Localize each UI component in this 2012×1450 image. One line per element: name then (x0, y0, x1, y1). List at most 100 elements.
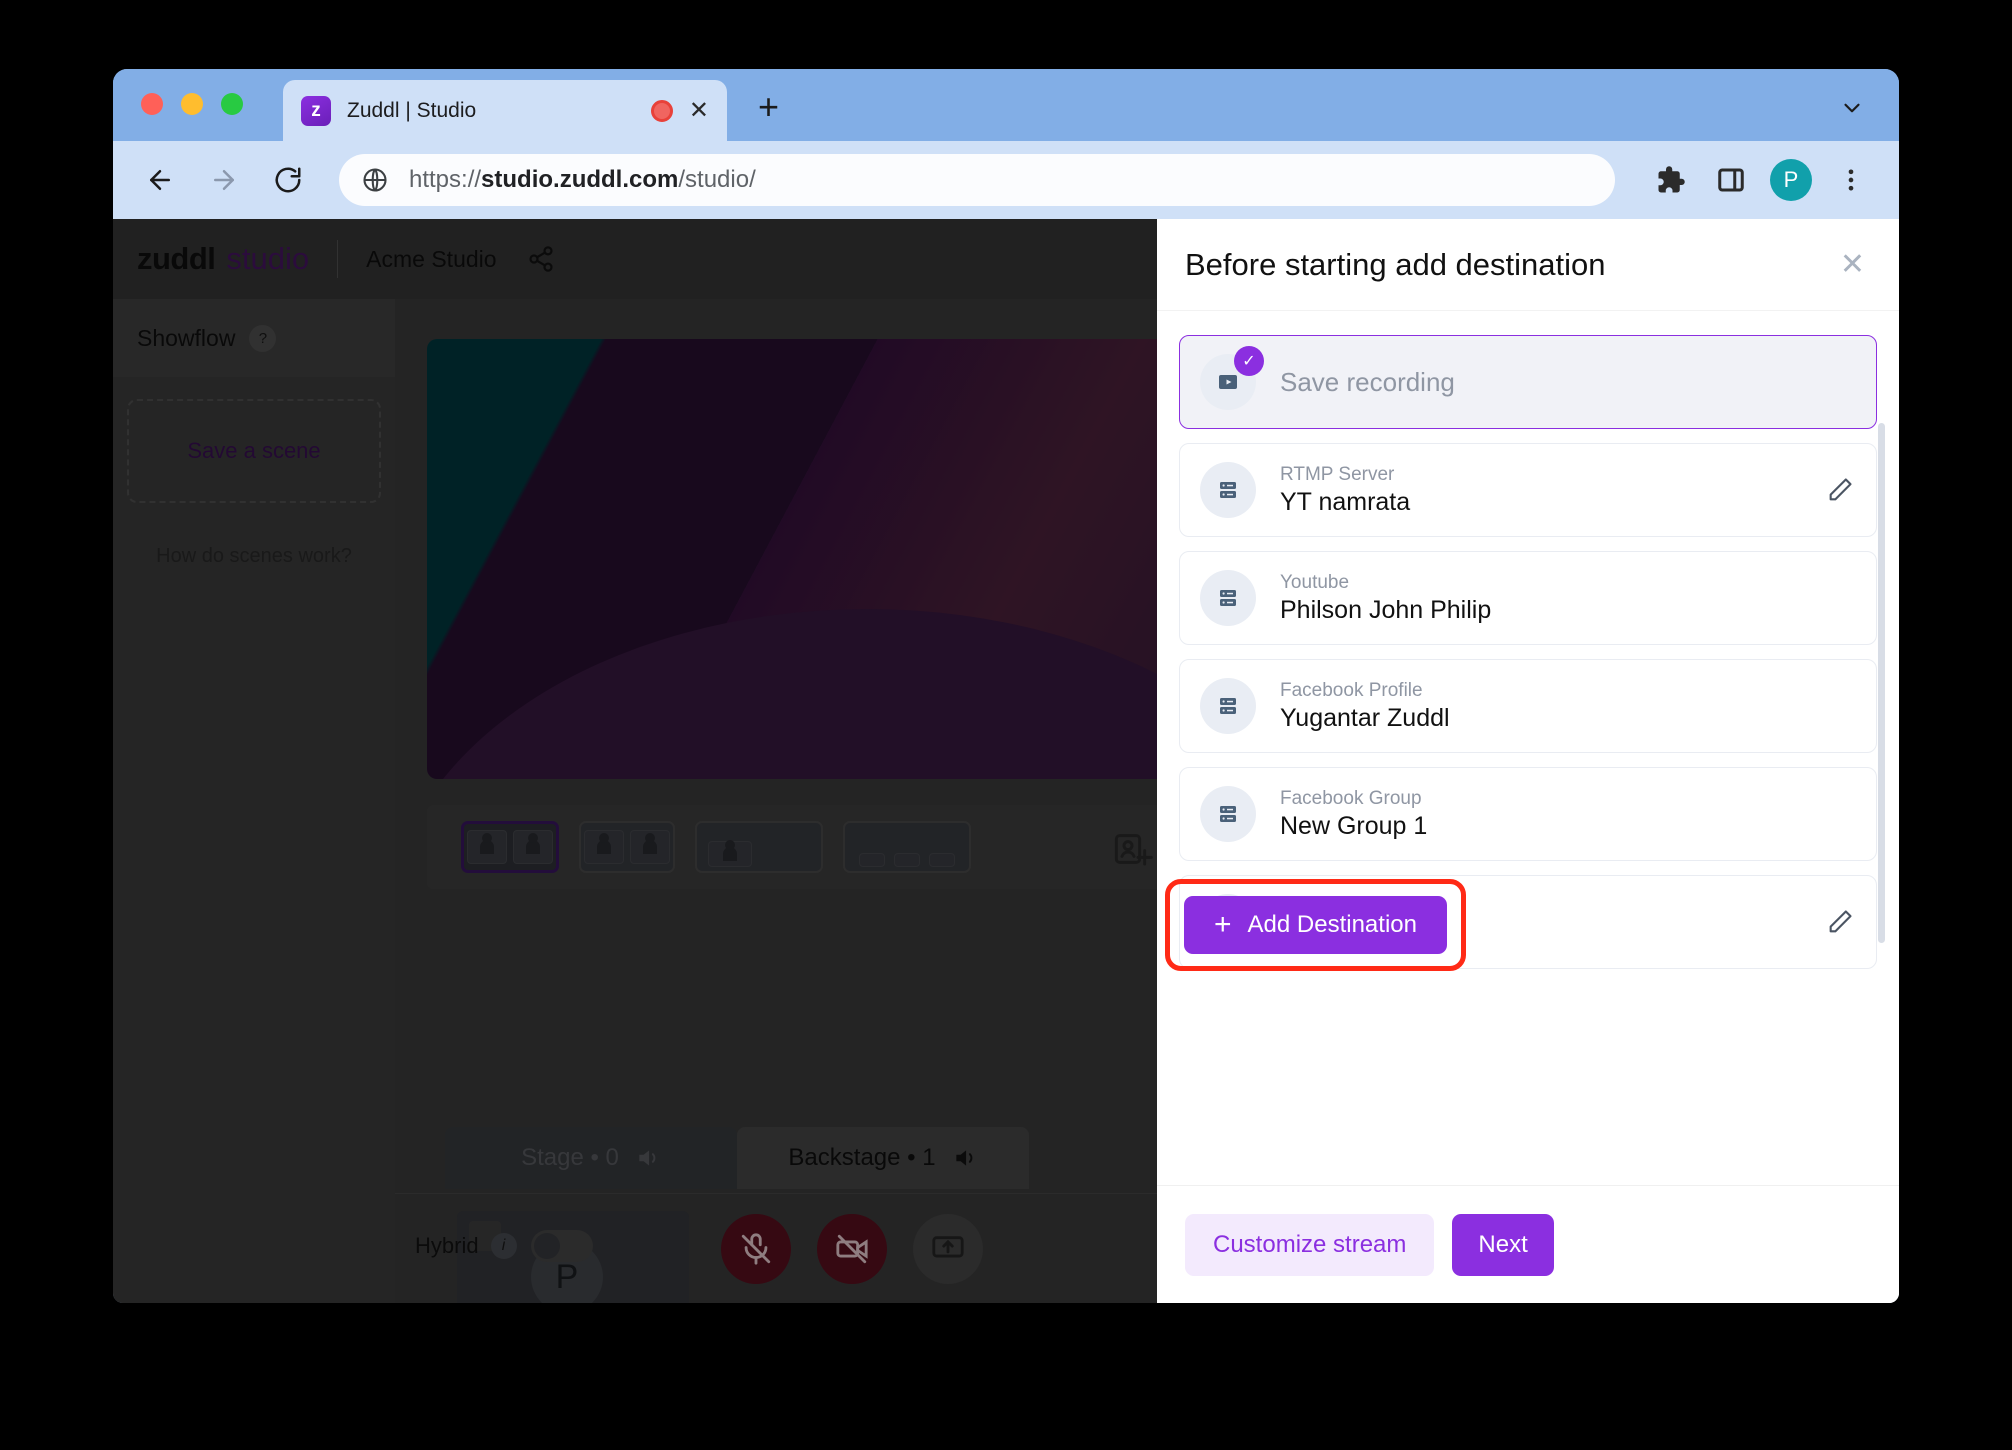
window-traffic-lights (141, 93, 243, 115)
destination-name: YT namrata (1280, 487, 1812, 518)
close-window-button[interactable] (141, 93, 163, 115)
add-destination-label: Add Destination (1248, 911, 1417, 939)
list-item[interactable]: RTMP Server YT namrata (1179, 443, 1877, 537)
share-screen-button[interactable] (913, 1214, 983, 1284)
save-scene-button[interactable]: Save a scene (127, 399, 381, 503)
sidebar-item-showflow[interactable]: Showflow ? (113, 299, 395, 377)
left-sidebar: Showflow ? Save a scene How do scenes wo… (113, 299, 395, 1303)
destination-list: ✓ Save recording RTMP Server YT (1179, 335, 1877, 969)
recording-icon (1216, 370, 1240, 394)
destination-type: Facebook Profile (1280, 678, 1854, 704)
next-button[interactable]: Next (1452, 1214, 1553, 1276)
tab-stage[interactable]: Stage • 0 (445, 1127, 737, 1189)
list-item[interactable]: Facebook Profile Yugantar Zuddl (1179, 659, 1877, 753)
browser-window: z Zuddl | Studio ✕ + https://studio.zudd… (113, 69, 1899, 1303)
record-dot-icon[interactable] (651, 100, 673, 122)
mic-off-button[interactable] (721, 1214, 791, 1284)
list-item[interactable]: ✓ Save recording (1179, 335, 1877, 429)
profile-avatar[interactable]: P (1769, 158, 1813, 202)
add-destination-button[interactable]: + Add Destination (1184, 896, 1447, 954)
maximize-window-button[interactable] (221, 93, 243, 115)
destination-type: Youtube (1280, 570, 1854, 596)
speaker-icon[interactable] (952, 1145, 978, 1171)
new-tab-button[interactable]: + (758, 89, 779, 125)
destination-type: Facebook Group (1280, 786, 1854, 812)
destination-list-scrollbar[interactable] (1878, 423, 1885, 943)
tab-backstage-label: Backstage • 1 (788, 1144, 935, 1172)
layout-option-1[interactable] (461, 821, 559, 873)
extensions-puzzle-icon[interactable] (1649, 158, 1693, 202)
page-viewport: zuddl studio Acme Studio Showflow ? Save… (113, 219, 1899, 1303)
layout-option-2[interactable] (579, 821, 675, 873)
hybrid-toggle[interactable] (531, 1230, 593, 1262)
customize-stream-button[interactable]: Customize stream (1185, 1214, 1434, 1276)
back-arrow-icon[interactable] (139, 159, 181, 201)
browser-toolbar: https://studio.zuddl.com/studio/ P (113, 141, 1899, 219)
browser-tab[interactable]: z Zuddl | Studio ✕ (283, 80, 727, 141)
media-buttons (721, 1214, 983, 1284)
camera-off-button[interactable] (817, 1214, 887, 1284)
layout-cell (584, 830, 624, 864)
layout-option-3[interactable] (695, 821, 823, 873)
reload-icon[interactable] (267, 159, 309, 201)
speaker-icon[interactable] (635, 1145, 661, 1171)
kebab-menu-icon[interactable] (1829, 158, 1873, 202)
chevron-down-icon[interactable] (1839, 95, 1865, 121)
destination-text: Youtube Philson John Philip (1280, 570, 1854, 627)
edit-pencil-icon[interactable] (1826, 476, 1854, 504)
globe-icon (361, 166, 389, 194)
destination-avatar (1200, 678, 1256, 734)
address-bar-url: https://studio.zuddl.com/studio/ (409, 166, 756, 194)
forward-arrow-icon[interactable] (203, 159, 245, 201)
stage-preview (427, 339, 1217, 779)
help-icon[interactable]: ? (249, 325, 276, 352)
browser-tab-strip: z Zuddl | Studio ✕ + (113, 69, 1899, 141)
destination-panel: Before starting add destination ✕ ✓ Save… (1157, 219, 1899, 1303)
destination-name: Yugantar Zuddl (1280, 703, 1854, 734)
layout-option-4[interactable] (843, 821, 971, 873)
tab-backstage[interactable]: Backstage • 1 (737, 1127, 1029, 1189)
close-icon[interactable]: ✕ (1840, 250, 1865, 280)
stage-wave-decoration (427, 609, 1217, 779)
layout-selector (427, 805, 1217, 889)
plus-icon: + (1214, 910, 1232, 940)
server-icon (1216, 694, 1240, 718)
destination-name: Philson John Philip (1280, 595, 1854, 626)
destination-text: Facebook Profile Yugantar Zuddl (1280, 678, 1854, 735)
zuddl-favicon-icon: z (301, 96, 331, 126)
layout-cell (630, 830, 670, 864)
person-icon (723, 847, 737, 861)
list-item[interactable]: Youtube Philson John Philip (1179, 551, 1877, 645)
profile-initial: P (1770, 159, 1812, 201)
server-icon (1216, 478, 1240, 502)
add-person-icon[interactable] (1113, 829, 1153, 869)
page-title: Before starting add destination (1185, 247, 1840, 283)
side-panel-icon[interactable] (1709, 158, 1753, 202)
destination-text: Facebook Group New Group 1 (1280, 786, 1854, 843)
server-icon (1216, 802, 1240, 826)
destination-type: RTMP Server (1280, 462, 1812, 488)
edit-pencil-icon[interactable] (1826, 908, 1854, 936)
destination-text: Save recording (1280, 367, 1854, 398)
info-icon[interactable]: i (491, 1233, 517, 1259)
checkmark-icon: ✓ (1234, 346, 1264, 376)
minimize-window-button[interactable] (181, 93, 203, 115)
destination-text: RTMP Server YT namrata (1280, 462, 1812, 519)
hybrid-label: Hybrid (415, 1233, 479, 1259)
server-icon (1216, 586, 1240, 610)
layout-cell (467, 830, 507, 864)
list-item[interactable]: Facebook Group New Group 1 (1179, 767, 1877, 861)
browser-tab-title: Zuddl | Studio (347, 99, 651, 123)
layout-cell (894, 853, 920, 867)
workspace-name: Acme Studio (366, 246, 496, 273)
add-destination-highlight: + Add Destination (1165, 879, 1466, 971)
close-tab-icon[interactable]: ✕ (689, 99, 709, 123)
address-bar[interactable]: https://studio.zuddl.com/studio/ (339, 154, 1615, 206)
how-scenes-work-link[interactable]: How do scenes work? (113, 545, 395, 568)
room-tabs: Stage • 0 Backstage • 1 (445, 1127, 1029, 1189)
share-icon[interactable] (527, 245, 555, 273)
zuddl-studio-logo[interactable]: zuddl studio (137, 241, 309, 277)
destination-name: New Group 1 (1280, 811, 1854, 842)
destination-avatar: ✓ (1200, 354, 1256, 410)
hybrid-control-group: Hybrid i (415, 1230, 593, 1262)
